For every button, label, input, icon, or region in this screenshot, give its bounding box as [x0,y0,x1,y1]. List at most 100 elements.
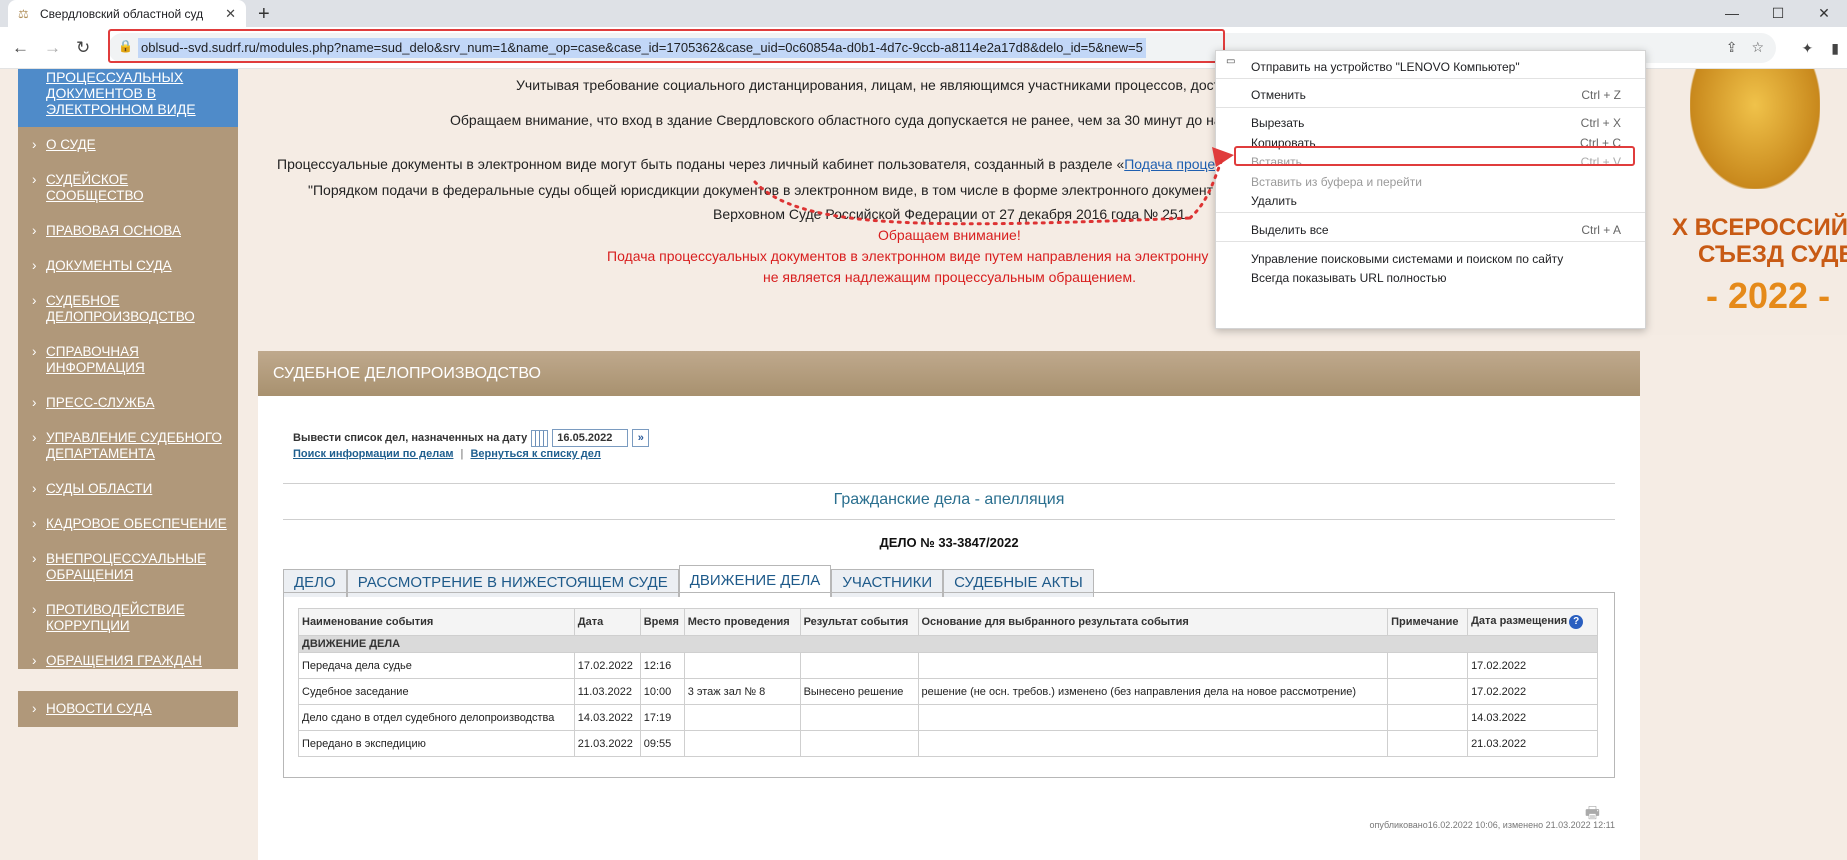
date-input[interactable]: 16.05.2022 [552,429,629,447]
context-menu-item[interactable]: Всегда показывать URL полностью [1216,268,1645,288]
column-header-label: Наименование события [302,616,434,628]
table-row: Передача дела судье 17.02.2022 12:16 17.02.… [298,652,1598,679]
notice-line-entrance: Обращаем внимание, что вход в здание Све… [450,112,1251,128]
context-menu-item[interactable]: Выделить все Ctrl + A [1216,220,1645,240]
context-menu-item[interactable]: Удалить [1216,191,1645,211]
congress-banner[interactable]: X ВСЕРОССИЙСКИ СЪЕЗД СУДЕЙ - 2022 - [1650,69,1847,335]
calendar-icon[interactable] [531,429,549,447]
table-cell: Дело сдано в отдел судебного делопроизво… [298,704,575,731]
divider [283,483,1615,484]
close-window-button[interactable]: ✕ [1801,0,1847,27]
menu-item-label: Выделить все [1251,223,1329,237]
address-bar-actions: ⇪ ☆ [1726,39,1764,56]
sidebar-item[interactable]: УПРАВЛЕНИЕ СУДЕБНОГО ДЕПАРТАМЕНТА [18,430,238,462]
notice-line-distancing: Учитывая требование социального дистанци… [516,77,1247,93]
table-cell [917,652,1389,679]
menu-item-label: Отменить [1251,88,1306,102]
case-category: Гражданские дела - апелляция [833,491,1065,508]
context-menu-item[interactable]: Вырезать Ctrl + X [1216,113,1645,133]
sidebar-item-news[interactable]: НОВОСТИ СУДА [18,701,238,717]
table-cell: 21.03.2022 [573,730,641,757]
table-cell [1387,652,1469,679]
sidebar-item-electronic-docs[interactable]: ПРОЦЕССУАЛЬНЫХ ДОКУМЕНТОВ В ЭЛЕКТРОННОМ … [18,69,238,127]
context-menu-item[interactable]: Вставить из буфера и перейти [1216,172,1645,192]
browser-tab[interactable]: ⚖ Свердловский областной суд ✕ [8,0,246,27]
extensions-puzzle-icon[interactable]: ✦ [1802,40,1814,57]
back-arrow-icon[interactable]: ← [12,38,29,58]
tab-bar: ⚖ Свердловский областной суд ✕ + — ☐ ✕ [0,0,1847,27]
forward-arrow-icon[interactable]: → [44,38,61,58]
table-cell: Вынесено решение [799,678,919,705]
sidebar-item[interactable]: КАДРОВОЕ ОБЕСПЕЧЕНИЕ [18,516,238,532]
table-cell [917,730,1389,757]
table-cell: 14.03.2022 [1467,704,1598,731]
column-header: Дата размещения? [1467,608,1598,636]
table-cell: решение (не осн. требов.) изменено (без … [917,678,1389,705]
sidebar-item[interactable]: СПРАВОЧНАЯ ИНФОРМАЦИЯ [18,344,238,376]
table-cell [917,704,1389,731]
column-header-label: Место проведения [687,616,790,628]
column-header: Место проведения [683,608,801,636]
back-to-list-link[interactable]: Вернуться к списку дел [470,448,600,460]
case-number: ДЕЛО № 33-3847/2022 [879,535,1019,550]
table-cell: 17.02.2022 [573,652,641,679]
sidebar-menu: О СУДЕ СУДЕЙСКОЕ СООБЩЕСТВО ПРАВОВАЯ ОСНОВ… [18,127,238,669]
close-tab-icon[interactable]: ✕ [225,6,236,22]
filing-link[interactable]: Подача проце [1124,156,1215,172]
menu-item-label: Вставить из буфера и перейти [1251,175,1422,189]
publication-info: опубликовано16.02.2022 10:06, изменено 2… [1369,820,1615,830]
search-cases-link[interactable]: Поиск информации по делам [293,448,453,460]
sidebar-item[interactable]: ВНЕПРОЦЕССУАЛЬНЫЕ ОБРАЩЕНИЯ [18,551,238,583]
sidebar-item[interactable]: ПРАВОВАЯ ОСНОВА [18,223,238,239]
date-filter: Вывести список дел, назначенных на дату … [293,429,650,447]
context-menu-item[interactable]: Отменить Ctrl + Z [1216,85,1645,105]
sidebar-item[interactable]: СУДЫ ОБЛАСТИ [18,481,238,497]
sidebar-item[interactable]: О СУДЕ [18,137,238,153]
table-cell: 21.03.2022 [1467,730,1598,757]
annotation-url-highlight [108,29,1225,63]
sidebar-item[interactable]: ОБРАЩЕНИЯ ГРАЖДАН [18,653,238,669]
menu-separator [1216,212,1645,213]
sidebar-item[interactable]: ПРЕСС-СЛУЖБА [18,395,238,411]
table-cell [799,704,919,731]
bookmark-star-icon[interactable]: ☆ [1751,39,1764,56]
date-filter-label: Вывести список дел, назначенных на дату [293,432,528,444]
side-panel-icon[interactable]: ▮ [1831,40,1839,57]
table-cell: Судебное заседание [298,678,575,705]
reload-icon[interactable]: ↻ [76,38,90,58]
help-icon[interactable]: ? [1569,615,1584,629]
notice-electronic-text: Процессуальные документы в электронном в… [277,156,1125,172]
table-cell [799,652,919,679]
menu-item-label: Удалить [1251,194,1297,208]
table-row: Передано в экспедицию 21.03.2022 09:55 21.0… [298,730,1598,757]
maximize-button[interactable]: ☐ [1755,0,1801,27]
notice-line-supreme-court: Верховном Суде Российской Федерации от 2… [713,206,1186,222]
table-row: Дело сдано в отдел судебного делопроизво… [298,704,1598,731]
sidebar-item[interactable]: ПРОТИВОДЕЙСТВИЕ КОРРУПЦИИ [18,602,238,634]
divider [283,519,1615,520]
go-double-arrow-icon[interactable]: » [632,429,650,447]
table-cell: Передано в экспедицию [298,730,575,757]
minimize-button[interactable]: — [1709,0,1755,27]
sidebar-item[interactable]: СУДЕЙСКОЕ СООБЩЕСТВО [18,172,238,204]
sidebar-item[interactable]: СУДЕБНОЕ ДЕЛОПРОИЗВОДСТВО [18,293,238,325]
table-cell [683,730,801,757]
menu-separator [1216,107,1645,108]
notice-line-order: "Порядком подачи в федеральные суды обще… [308,182,1214,198]
column-header-label: Дата [577,616,604,628]
column-header: Время [639,608,685,636]
context-menu-item[interactable]: Управление поисковыми системами и поиско… [1216,249,1645,269]
share-icon[interactable]: ⇪ [1726,39,1738,56]
menu-item-label: Отправить на устройство "LENOVO Компьюте… [1251,60,1520,74]
menu-separator [1216,78,1645,79]
table-cell: 14.03.2022 [573,704,641,731]
banner-year: - 2022 - [1706,275,1831,316]
notice-line-electronic: Процессуальные документы в электронном в… [277,156,1215,172]
panel-links: Поиск информации по делам | Вернуться к … [293,448,601,460]
sidebar-item[interactable]: ДОКУМЕНТЫ СУДА [18,258,238,274]
banner-line-1: X ВСЕРОССИЙСКИ [1672,214,1847,241]
extension-buttons: ✦ ▮ [1802,40,1839,57]
court-favicon-icon: ⚖ [18,6,29,21]
new-tab-button[interactable]: + [258,3,270,26]
context-menu-item[interactable]: Отправить на устройство "LENOVO Компьюте… [1216,57,1645,77]
